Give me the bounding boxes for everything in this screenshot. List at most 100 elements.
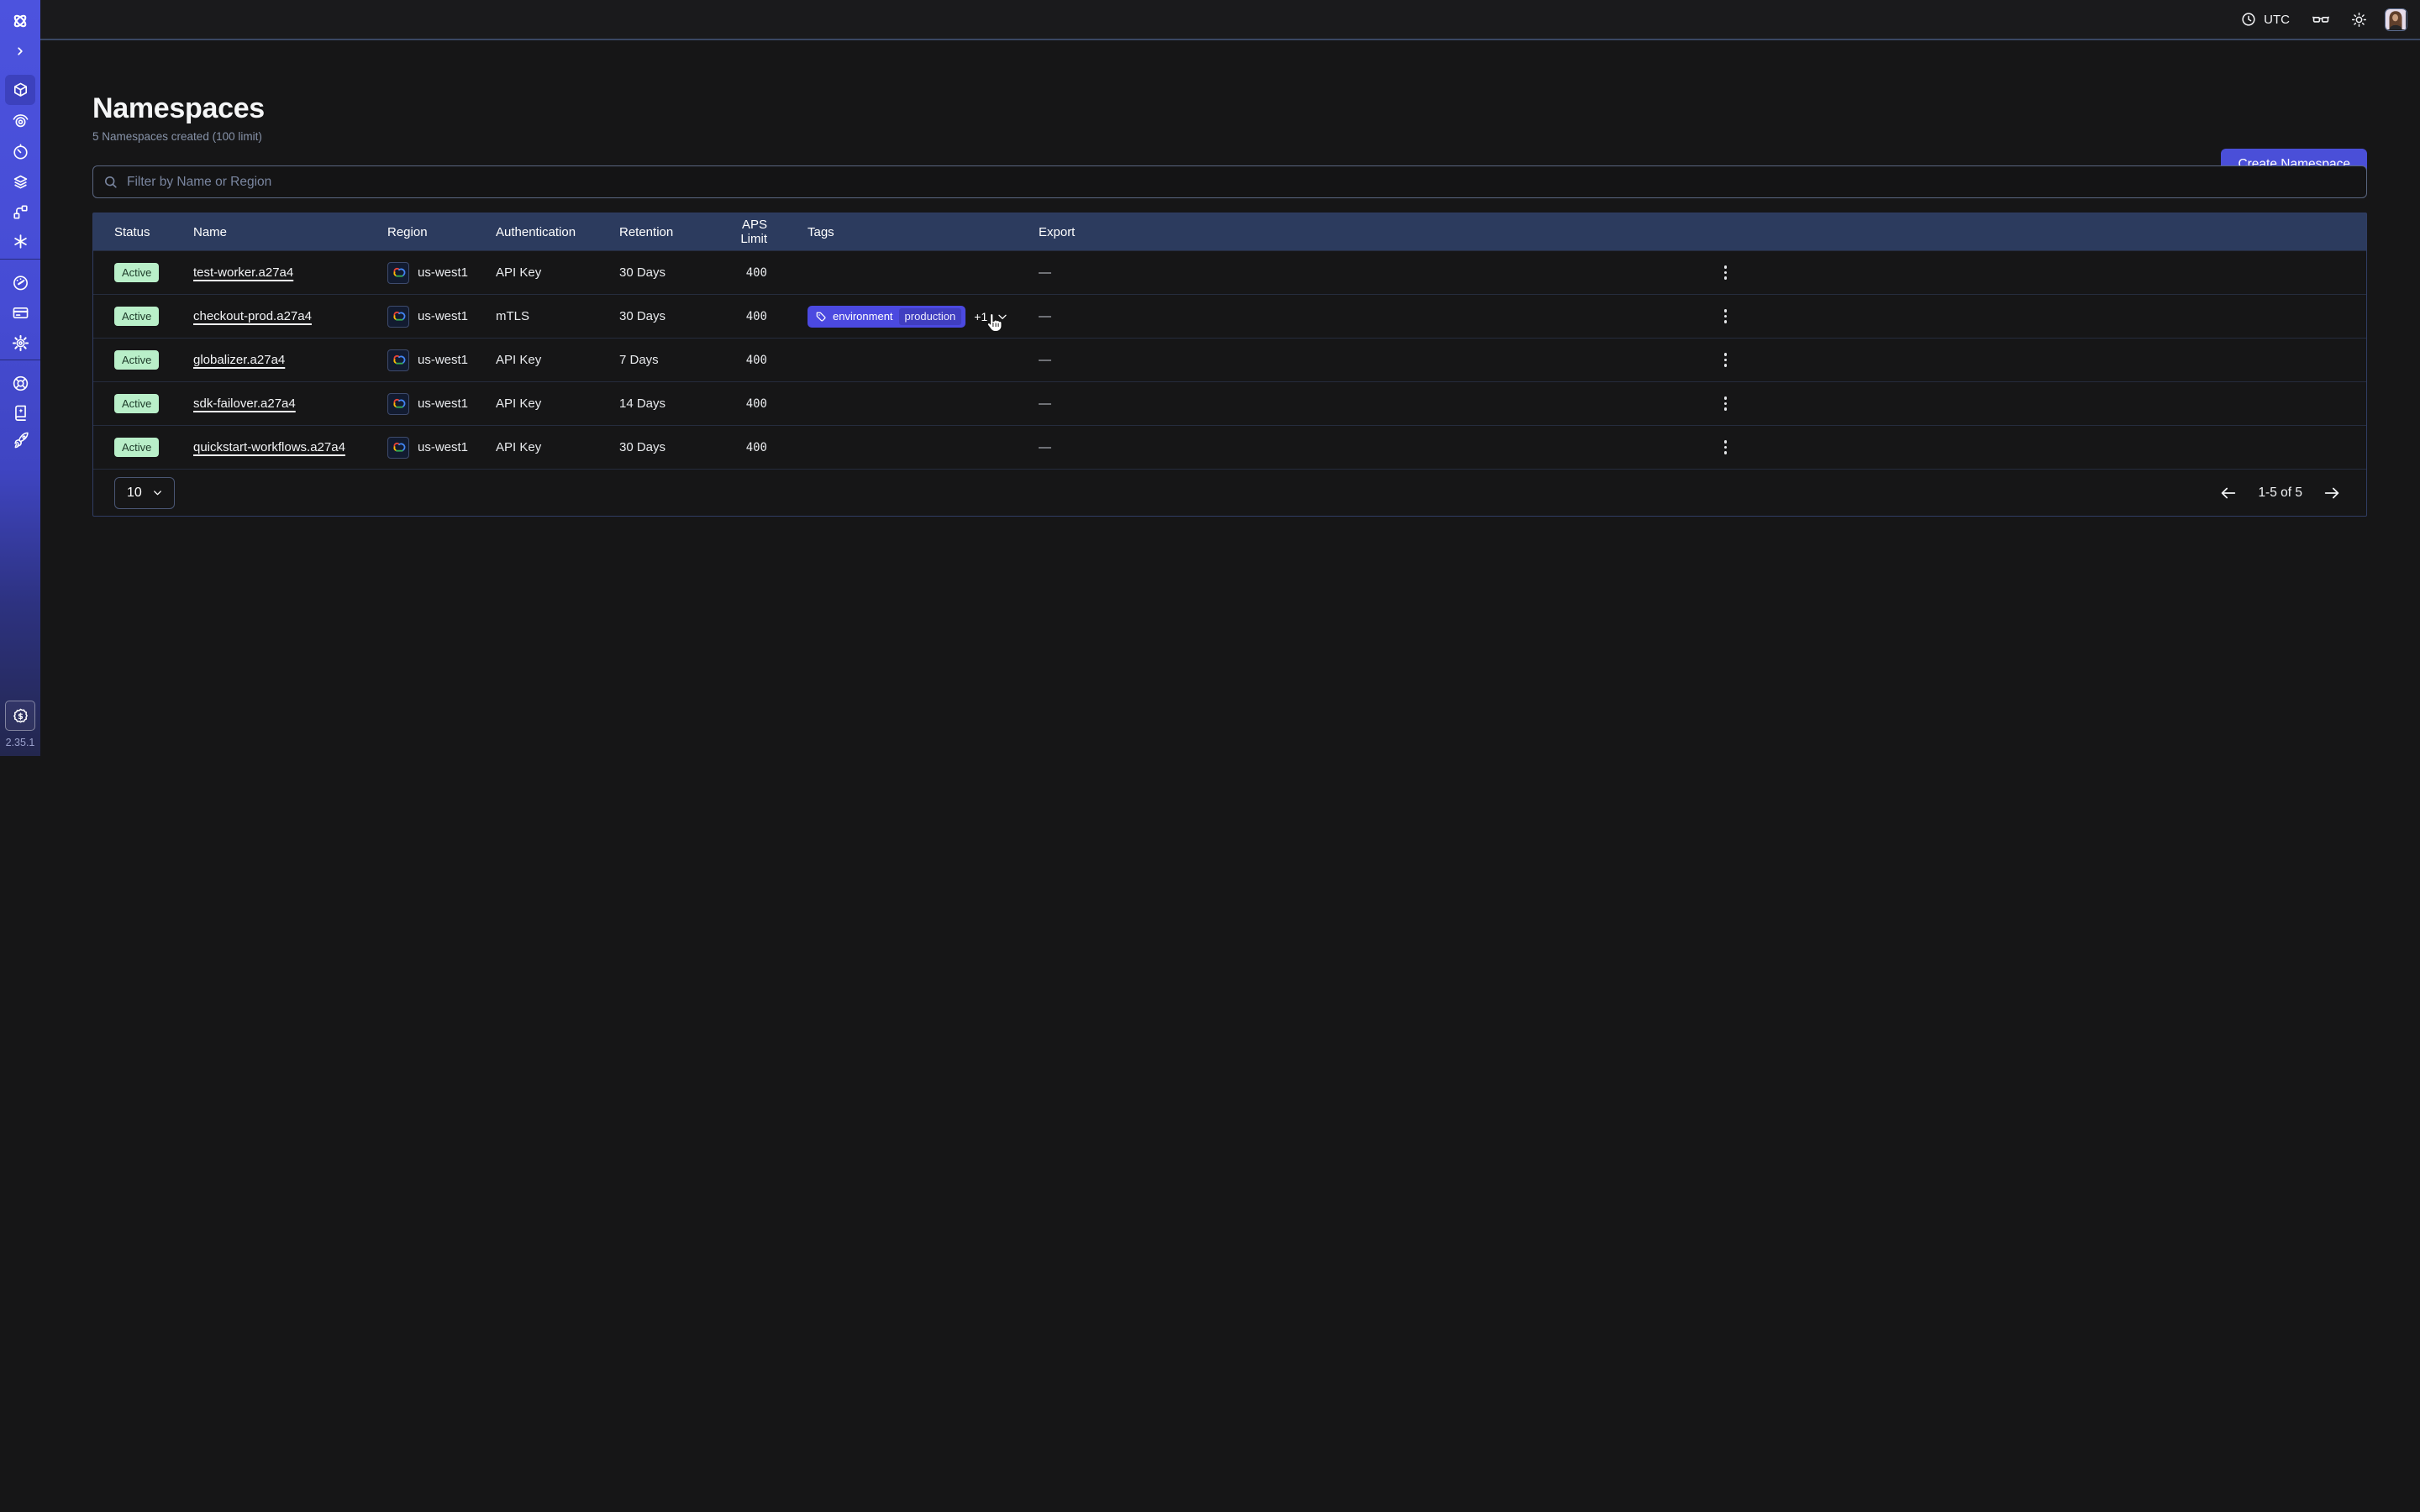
schedules-timer-icon <box>11 142 30 161</box>
namespaces-cube-icon <box>11 81 30 100</box>
theme-toggle[interactable] <box>2350 11 2368 29</box>
avatar-photo <box>2386 9 2406 29</box>
gcp-icon <box>387 306 409 328</box>
aps-value: 400 <box>715 310 767 323</box>
main-content: Namespaces 5 Namespaces created (100 lim… <box>40 40 2420 1512</box>
region-label: us-west1 <box>418 440 468 454</box>
table-row: Active checkout-prod.a27a4 us-west1 mTLS… <box>93 294 2366 338</box>
status-badge: Active <box>114 438 159 457</box>
page-title: Namespaces <box>92 92 2367 125</box>
sidebar-item-support[interactable] <box>5 368 35 398</box>
namespaces-table: Status Name Region Authentication Retent… <box>92 213 2367 517</box>
export-value: — <box>1035 396 1102 411</box>
tag-pill[interactable]: environment production <box>808 306 965 328</box>
batch-layers-icon <box>11 172 30 192</box>
table-pagination: 10 1-5 of 5 <box>93 469 2366 516</box>
row-menu-button[interactable] <box>1715 391 1737 417</box>
col-region: Region <box>387 225 496 239</box>
arrow-left-icon <box>2219 484 2238 502</box>
auth-value: API Key <box>496 353 619 367</box>
expand-chevron-icon[interactable] <box>5 36 35 66</box>
table-row: Active test-worker.a27a4 us-west1 API Ke… <box>93 250 2366 294</box>
row-menu-button[interactable] <box>1715 435 1737 460</box>
search-icon <box>103 174 118 190</box>
glasses-icon <box>2312 10 2330 29</box>
tag-value: production <box>899 308 962 325</box>
user-avatar[interactable] <box>2385 8 2407 31</box>
sidebar-item-settings[interactable] <box>5 328 35 358</box>
aps-value: 400 <box>715 354 767 367</box>
nexus-asterisk-icon <box>11 232 30 251</box>
prev-page-button[interactable] <box>2219 484 2238 502</box>
aps-value: 400 <box>715 397 767 411</box>
sun-icon <box>2350 11 2368 29</box>
region-label: us-west1 <box>418 353 468 367</box>
auth-value: API Key <box>496 265 619 280</box>
timezone-selector[interactable]: UTC <box>2240 11 2290 28</box>
retention-value: 30 Days <box>619 440 715 454</box>
namespace-link[interactable]: globalizer.a27a4 <box>193 353 285 367</box>
retention-value: 7 Days <box>619 353 715 367</box>
namespace-link[interactable]: quickstart-workflows.a27a4 <box>193 440 345 454</box>
sidebar-item-batch[interactable] <box>5 166 35 197</box>
top-bar: UTC <box>40 0 2420 40</box>
export-value: — <box>1035 353 1102 367</box>
col-aps-limit: APS Limit <box>715 218 767 246</box>
billing-card-icon <box>11 303 30 323</box>
col-name: Name <box>193 225 387 239</box>
tags-cell: environment production +1 <box>767 306 1035 328</box>
namespace-link[interactable]: test-worker.a27a4 <box>193 265 293 280</box>
sidebar-item-deployments[interactable] <box>5 197 35 227</box>
sidebar-item-schedules[interactable] <box>5 136 35 166</box>
settings-gear-icon <box>11 333 30 353</box>
page-subtitle: 5 Namespaces created (100 limit) <box>92 130 2367 143</box>
sidebar: $ 2.35.1 <box>0 0 40 756</box>
support-lifebuoy-icon <box>11 374 30 393</box>
table-row: Active globalizer.a27a4 us-west1 API Key… <box>93 338 2366 381</box>
timezone-label: UTC <box>2264 13 2290 27</box>
temporal-logo[interactable] <box>5 6 35 36</box>
export-value: — <box>1035 309 1102 323</box>
table-row: Active sdk-failover.a27a4 us-west1 API K… <box>93 381 2366 425</box>
export-value: — <box>1035 265 1102 280</box>
row-menu-button[interactable] <box>1715 304 1737 329</box>
page-size-value: 10 <box>127 486 142 501</box>
namespace-link[interactable]: sdk-failover.a27a4 <box>193 396 296 411</box>
row-menu-button[interactable] <box>1715 260 1737 286</box>
row-menu-button[interactable] <box>1715 348 1737 373</box>
sidebar-item-getting-started[interactable] <box>5 425 35 455</box>
next-page-button[interactable] <box>2323 484 2341 502</box>
gcp-icon <box>387 262 409 284</box>
sidebar-item-docs[interactable] <box>5 397 35 428</box>
region-label: us-west1 <box>418 396 468 411</box>
status-badge: Active <box>114 307 159 326</box>
tag-expand-chevron[interactable] <box>996 310 1009 323</box>
status-badge: Active <box>114 263 159 282</box>
chevron-down-icon <box>151 486 164 499</box>
namespace-link[interactable]: checkout-prod.a27a4 <box>193 309 312 323</box>
col-export: Export <box>1035 225 1102 239</box>
retention-value: 30 Days <box>619 265 715 280</box>
status-badge: Active <box>114 394 159 413</box>
filter-input[interactable] <box>92 165 2367 198</box>
col-status: Status <box>114 225 193 239</box>
sidebar-item-usage[interactable] <box>5 267 35 297</box>
col-authentication: Authentication <box>496 225 619 239</box>
sidebar-item-monitor[interactable] <box>5 105 35 135</box>
sidebar-item-nexus[interactable] <box>5 226 35 256</box>
gcp-icon <box>387 437 409 459</box>
svg-text:$: $ <box>18 711 24 721</box>
tag-more-count: +1 <box>974 310 987 323</box>
auth-value: API Key <box>496 440 619 454</box>
labs-toggle[interactable] <box>2312 10 2330 29</box>
page-size-select[interactable]: 10 <box>114 477 175 509</box>
sidebar-item-billing[interactable] <box>5 297 35 328</box>
status-badge: Active <box>114 350 159 370</box>
tag-icon <box>815 311 827 323</box>
col-tags: Tags <box>767 225 1035 239</box>
region-label: us-west1 <box>418 309 468 323</box>
dollar-badge-icon: $ <box>11 706 30 726</box>
credits-button[interactable]: $ <box>5 701 35 731</box>
usage-gauge-icon <box>11 273 30 292</box>
sidebar-item-namespaces[interactable] <box>5 75 35 105</box>
